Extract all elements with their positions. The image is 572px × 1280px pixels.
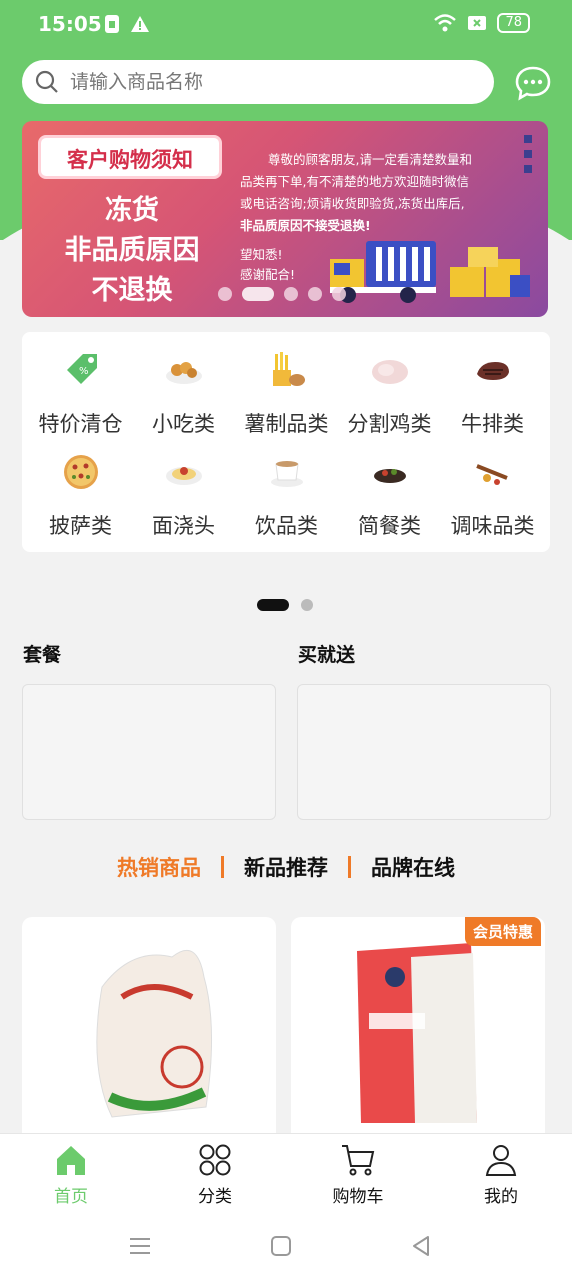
tab-category[interactable]: 分类	[165, 1142, 265, 1207]
banner-dot[interactable]	[218, 287, 232, 301]
product-image	[96, 949, 212, 1118]
category-item-simple-meal[interactable]: 简餐类	[337, 452, 442, 540]
banner-headline: 冻货 非品质原因 不退换	[52, 191, 212, 311]
banner-dot-active[interactable]	[242, 287, 274, 301]
category-item-steak[interactable]: 牛排类	[440, 350, 545, 438]
banner-notice-line: 非品质原因不接受退换!	[240, 218, 371, 233]
svg-text:%: %	[79, 366, 89, 377]
category-label: 简餐类	[358, 514, 421, 538]
banner-notice-line: 或电话咨询;烦请收货即验货,冻货出库后,	[240, 196, 465, 211]
buy-gift-card[interactable]	[297, 684, 551, 820]
category-label: 分割鸡类	[347, 412, 432, 436]
search-input[interactable]	[70, 71, 470, 93]
category-label: 调味品类	[450, 514, 535, 538]
noodle-topping-icon	[165, 467, 202, 485]
section-title-buy-gift: 买就送	[298, 644, 356, 666]
tab-hot-sale[interactable]: 热销商品	[97, 852, 221, 882]
steak-icon	[476, 362, 509, 380]
category-item-noodle[interactable]: 面浇头	[131, 452, 236, 540]
wifi-icon	[434, 14, 457, 32]
section-title-set-meal: 套餐	[23, 644, 62, 666]
no-sim-icon	[468, 16, 487, 30]
tab-profile[interactable]: 我的	[451, 1142, 551, 1207]
category-item-drinks[interactable]: 饮品类	[234, 452, 339, 540]
seasoning-icon	[475, 464, 508, 485]
banner-dot[interactable]	[308, 287, 322, 301]
message-icon[interactable]	[514, 64, 552, 102]
home-icon	[57, 1146, 85, 1175]
category-item-pizza[interactable]: 披萨类	[28, 452, 133, 540]
product-tabs: 热销商品 新品推荐 品牌在线	[0, 852, 572, 882]
banner-dot[interactable]	[284, 287, 298, 301]
search-bar[interactable]	[22, 60, 494, 104]
price-tag-icon: %	[66, 354, 97, 384]
category-item-snacks[interactable]: 小吃类	[131, 350, 236, 438]
pizza-icon	[63, 455, 98, 489]
fries-icon	[272, 352, 305, 386]
tab-label: 首页	[54, 1187, 88, 1207]
tab-label: 我的	[484, 1187, 518, 1207]
back-icon[interactable]	[408, 1233, 434, 1259]
banner-pagination	[218, 287, 346, 301]
category-item-potato[interactable]: 薯制品类	[234, 350, 339, 438]
tab-label: 购物车	[332, 1187, 384, 1207]
drink-cup-icon	[270, 461, 303, 487]
category-label: 牛排类	[461, 412, 524, 436]
menu-icon[interactable]	[127, 1233, 153, 1259]
snack-bowl-icon	[165, 362, 202, 384]
tab-cart[interactable]: 购物车	[308, 1142, 408, 1207]
tab-home[interactable]: 首页	[21, 1142, 121, 1207]
category-item-seasoning[interactable]: 调味品类	[440, 452, 545, 540]
cart-icon	[342, 1145, 375, 1176]
tab-new-products[interactable]: 新品推荐	[224, 852, 348, 882]
battery-indicator: 78	[497, 13, 530, 33]
decor-bars-icon	[524, 135, 532, 173]
page-dot[interactable]	[301, 599, 313, 611]
banner-headline-line: 非品质原因	[64, 235, 200, 266]
status-time: 15:05	[38, 12, 102, 36]
bottom-tab-bar: 首页 分类 购物车 我的	[0, 1133, 572, 1215]
category-pagination	[257, 599, 313, 611]
tab-brands[interactable]: 品牌在线	[351, 852, 475, 882]
system-navigation-bar	[0, 1215, 572, 1280]
member-discount-badge: 会员特惠	[464, 917, 541, 946]
chicken-cut-icon	[371, 360, 408, 384]
banner-headline-line: 冻货	[105, 195, 159, 226]
banner-dot[interactable]	[332, 287, 346, 301]
sim-card-icon	[105, 15, 119, 33]
category-item-clearance[interactable]: % 特价清仓	[28, 350, 133, 438]
category-label: 薯制品类	[244, 412, 329, 436]
set-meal-card[interactable]	[22, 684, 276, 820]
product-card[interactable]: 会员特惠	[291, 917, 545, 1147]
category-label: 披萨类	[49, 514, 112, 538]
banner-headline-line: 不退换	[91, 275, 173, 306]
banner-notice-line: 品类再下单,有不清楚的地方欢迎随时微信	[240, 174, 469, 189]
product-image	[357, 943, 477, 1123]
banner-sign-line: 感谢配合!	[240, 267, 296, 282]
warning-icon	[131, 16, 149, 32]
category-label: 面浇头	[152, 514, 215, 538]
status-bar: 15:05 78	[0, 0, 572, 52]
banner-sign-line: 望知悉!	[240, 247, 283, 262]
simple-meal-icon	[373, 469, 406, 483]
category-label: 饮品类	[255, 514, 318, 538]
banner-notice-line: 尊敬的顾客朋友,请一定看清楚数量和	[268, 152, 472, 167]
category-grid: % 特价清仓 小吃类 薯制品类 分割鸡类 牛排类 披萨类 面浇头 饮品类 简餐类…	[22, 332, 550, 552]
banner-notice: 尊敬的顾客朋友,请一定看清楚数量和 品类再下单,有不清楚的地方欢迎随时微信 或电…	[240, 149, 530, 237]
category-label: 特价清仓	[38, 412, 123, 436]
category-grid-icon	[199, 1144, 231, 1176]
tab-label: 分类	[198, 1187, 232, 1207]
product-card[interactable]	[22, 917, 276, 1147]
category-label: 小吃类	[152, 412, 215, 436]
category-item-chicken[interactable]: 分割鸡类	[337, 350, 442, 438]
promo-banner[interactable]: 客户购物须知 冻货 非品质原因 不退换 尊敬的顾客朋友,请一定看清楚数量和 品类…	[22, 121, 548, 317]
user-icon	[485, 1145, 517, 1176]
search-icon	[35, 70, 58, 93]
home-square-icon[interactable]	[268, 1233, 294, 1259]
banner-tag: 客户购物须知	[38, 135, 222, 179]
banner-sign: 望知悉! 感谢配合!	[240, 245, 295, 285]
page-dot-active[interactable]	[257, 599, 289, 611]
parcel-boxes-icon	[450, 247, 530, 297]
